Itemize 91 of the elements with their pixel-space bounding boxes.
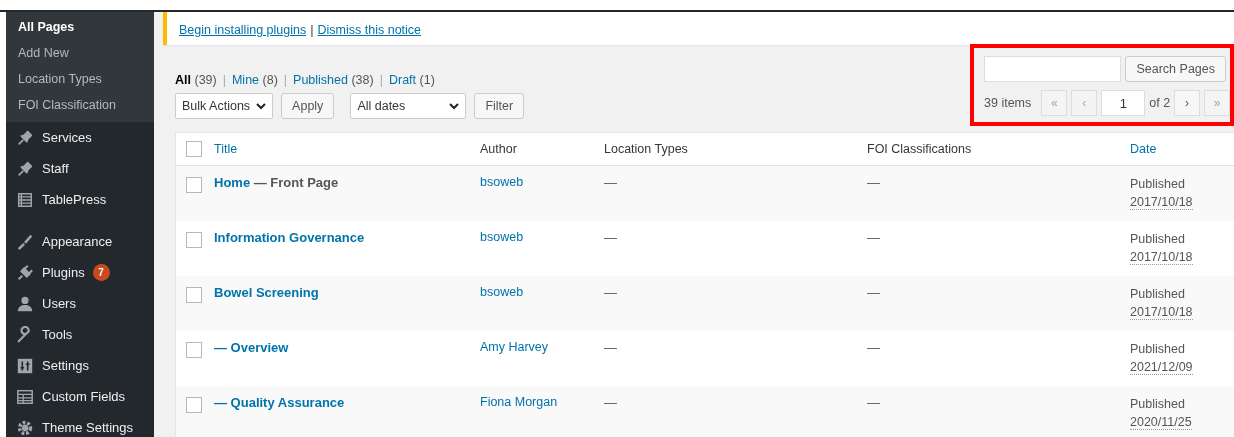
view-filter-link[interactable]: Published <box>293 73 348 87</box>
update-count-badge: 7 <box>92 264 110 281</box>
paintbrush-icon <box>16 232 34 251</box>
apply-button[interactable]: Apply <box>281 93 335 119</box>
checkbox[interactable] <box>186 232 202 248</box>
sliders-icon <box>16 356 34 375</box>
submenu-item[interactable]: Add New <box>6 40 154 66</box>
view-filter-link[interactable]: Draft <box>388 73 417 87</box>
search-button[interactable]: Search Pages <box>1125 56 1226 82</box>
date-filter-dropdown[interactable]: All dates <box>350 93 467 119</box>
page-title-link[interactable]: Bowel Screening <box>214 285 319 300</box>
view-count: (1) <box>419 73 435 87</box>
table-cell: — <box>604 340 617 355</box>
chevron-down-icon <box>449 102 460 110</box>
table-cell: — <box>604 175 617 190</box>
author-link[interactable]: bsoweb <box>480 175 524 189</box>
submenu-item[interactable]: Location Types <box>6 66 154 92</box>
view-count: (38) <box>351 73 374 87</box>
column-header: Location Types <box>604 142 688 156</box>
menu-item[interactable]: Appearance <box>42 234 113 249</box>
table-cell: — <box>867 395 880 410</box>
notice-link[interactable]: Dismiss this notice <box>317 23 422 37</box>
checkbox[interactable] <box>186 141 202 157</box>
plug-icon <box>16 263 34 282</box>
author-link[interactable]: Fiona Morgan <box>480 395 558 409</box>
publish-date: 2020/11/25 <box>1130 415 1192 430</box>
menu-item[interactable]: TablePress <box>42 192 107 207</box>
checkbox[interactable] <box>186 397 202 413</box>
page-title-link[interactable]: — Quality Assurance <box>214 395 345 410</box>
author-link[interactable]: bsoweb <box>480 285 524 299</box>
menu-item[interactable]: Theme Settings <box>42 420 134 435</box>
pin-icon <box>16 128 34 147</box>
item-count: 39 items <box>984 96 1032 110</box>
column-header: FOI Classifications <box>867 142 972 156</box>
column-header[interactable]: Title <box>214 142 238 156</box>
submenu-item[interactable]: All Pages <box>6 14 154 40</box>
post-status: Published <box>1130 176 1186 193</box>
publish-date: 2017/10/18 <box>1130 250 1193 265</box>
post-status: Published <box>1130 286 1186 303</box>
checkbox[interactable] <box>186 342 202 358</box>
filter-button[interactable]: Filter <box>474 93 525 119</box>
search-field[interactable] <box>984 56 1122 82</box>
checkbox[interactable] <box>186 177 202 193</box>
column-header[interactable]: Date <box>1130 142 1157 156</box>
menu-item[interactable]: Users <box>42 296 76 311</box>
view-filter-link[interactable]: All <box>175 73 191 87</box>
page-number-field[interactable]: 1 <box>1101 90 1146 116</box>
view-count: (8) <box>262 73 278 87</box>
publish-date: 2017/10/18 <box>1130 195 1193 210</box>
chevron-down-icon <box>256 102 267 110</box>
notice-link[interactable]: Begin installing plugins <box>179 23 307 37</box>
user-icon <box>16 294 34 313</box>
table-icon <box>16 190 34 209</box>
column-header: Author <box>480 142 517 156</box>
publish-date: 2017/10/18 <box>1130 305 1193 320</box>
pin-icon <box>16 159 34 178</box>
post-status: Published <box>1130 396 1186 413</box>
menu-item[interactable]: Staff <box>42 161 69 176</box>
view-separator: | <box>379 73 383 87</box>
table-cell: — <box>604 230 617 245</box>
gear-icon <box>16 418 34 437</box>
author-link[interactable]: Amy Harvey <box>480 340 549 354</box>
publish-date: 2021/12/09 <box>1130 360 1193 375</box>
menu-item[interactable]: Custom Fields <box>42 389 126 404</box>
grid-icon <box>16 387 34 406</box>
view-separator: | <box>222 73 226 87</box>
view-count: (39) <box>194 73 217 87</box>
view-filter-link[interactable]: Mine <box>231 73 260 87</box>
page-title-link[interactable]: Information Governance <box>214 230 365 245</box>
post-status: Published <box>1130 231 1186 248</box>
menu-item[interactable]: Services <box>42 130 92 145</box>
menu-item[interactable]: Plugins <box>42 265 85 280</box>
link-separator: | <box>310 22 314 37</box>
author-link[interactable]: bsoweb <box>480 230 524 244</box>
page-total: of 2 <box>1149 96 1171 110</box>
view-separator: | <box>283 73 288 87</box>
post-status: Published <box>1130 341 1186 358</box>
menu-item[interactable]: Tools <box>42 327 73 342</box>
table-cell: — <box>867 175 880 190</box>
table-cell: — <box>867 230 880 245</box>
next-page-button[interactable]: › <box>1174 90 1201 116</box>
submenu-item[interactable]: FOI Classification <box>6 92 154 118</box>
table-cell: — <box>604 395 617 410</box>
table-cell: — <box>867 340 880 355</box>
page-title-link[interactable]: — Overview <box>214 340 289 355</box>
checkbox[interactable] <box>186 287 202 303</box>
bulk-actions-dropdown[interactable]: Bulk Actions <box>175 93 274 119</box>
page-title-link[interactable]: Home — Front Page <box>214 175 339 190</box>
table-cell: — <box>867 285 880 300</box>
menu-item[interactable]: Settings <box>42 358 89 373</box>
table-cell: — <box>604 285 617 300</box>
